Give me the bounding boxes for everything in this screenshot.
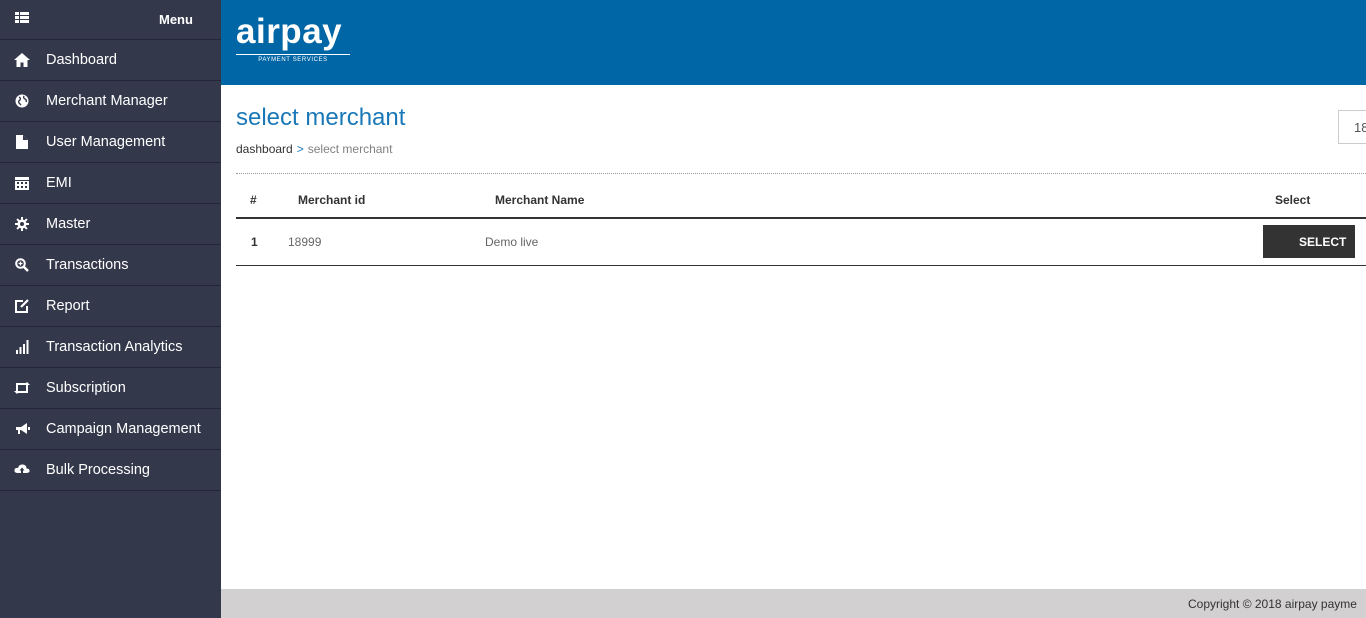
breadcrumb: dashboard > select merchant bbox=[236, 142, 392, 156]
airpay-logo[interactable]: airpay PAYMENT SERVICES bbox=[236, 14, 350, 63]
select-cell: SELECT bbox=[1263, 218, 1366, 266]
signal-icon bbox=[14, 340, 30, 354]
page-title: select merchant bbox=[236, 104, 406, 131]
sidebar: Menu Dashboard Merchant Manager User Man… bbox=[0, 0, 221, 618]
sidebar-item-label: EMI bbox=[46, 175, 72, 191]
sidebar-item-label: Dashboard bbox=[46, 52, 117, 68]
sidebar-item-label: Merchant Manager bbox=[46, 93, 168, 109]
column-header-select: Select bbox=[1275, 183, 1366, 219]
sidebar-item-transaction-analytics[interactable]: Transaction Analytics bbox=[0, 327, 221, 368]
bullhorn-icon bbox=[14, 422, 30, 436]
main-content: airpay PAYMENT SERVICES select merchant … bbox=[221, 0, 1366, 618]
table-header-row: # Merchant id Merchant Name Select bbox=[236, 183, 1366, 219]
sidebar-item-label: Bulk Processing bbox=[46, 462, 150, 478]
sidebar-item-report[interactable]: Report bbox=[0, 286, 221, 327]
menu-grid-icon[interactable] bbox=[15, 12, 29, 25]
breadcrumb-separator: > bbox=[296, 142, 304, 156]
sidebar-item-merchant-manager[interactable]: Merchant Manager bbox=[0, 81, 221, 122]
breadcrumb-home-link[interactable]: dashboard bbox=[236, 142, 293, 156]
section-divider bbox=[236, 173, 1366, 174]
sidebar-item-transactions[interactable]: Transactions bbox=[0, 245, 221, 286]
menu-label: Menu bbox=[159, 12, 193, 27]
sidebar-item-bulk-processing[interactable]: Bulk Processing bbox=[0, 450, 221, 491]
top-header: airpay PAYMENT SERVICES bbox=[221, 0, 1366, 85]
merchant-table: # Merchant id Merchant Name Select 1 189… bbox=[236, 183, 1366, 266]
sidebar-item-label: Master bbox=[46, 216, 91, 232]
select-merchant-button[interactable]: SELECT bbox=[1263, 225, 1355, 259]
retweet-icon bbox=[14, 381, 30, 395]
table-row: 1 18999 Demo live SELECT bbox=[236, 218, 1366, 266]
column-header-index: # bbox=[236, 183, 288, 219]
home-icon bbox=[14, 53, 30, 67]
sidebar-item-emi[interactable]: EMI bbox=[0, 163, 221, 204]
column-header-merchant-name: Merchant Name bbox=[485, 183, 1275, 219]
cloud-upload-icon bbox=[14, 463, 30, 477]
calendar-icon bbox=[14, 176, 30, 190]
sidebar-item-master[interactable]: Master bbox=[0, 204, 221, 245]
copyright-text: Copyright © 2018 airpay payme bbox=[1188, 597, 1357, 611]
sidebar-item-user-management[interactable]: User Management bbox=[0, 122, 221, 163]
globe-icon bbox=[14, 94, 30, 108]
sidebar-item-label: Campaign Management bbox=[46, 421, 201, 437]
sidebar-item-label: User Management bbox=[46, 134, 166, 150]
logo-divider bbox=[236, 54, 350, 55]
sidebar-item-label: Transactions bbox=[46, 257, 129, 273]
zoom-icon bbox=[14, 258, 30, 272]
sidebar-item-campaign-management[interactable]: Campaign Management bbox=[0, 409, 221, 450]
sidebar-item-subscription[interactable]: Subscription bbox=[0, 368, 221, 409]
logo-text: airpay bbox=[236, 12, 343, 51]
footer: Copyright © 2018 airpay payme bbox=[221, 589, 1366, 618]
merchant-search-input[interactable]: 18 bbox=[1338, 110, 1366, 144]
sidebar-item-label: Report bbox=[46, 298, 90, 314]
file-icon bbox=[14, 135, 30, 149]
merchant-name-cell: Demo live bbox=[485, 218, 1275, 266]
gear-icon bbox=[14, 217, 30, 231]
column-header-merchant-id: Merchant id bbox=[288, 183, 485, 219]
logo-subtext: PAYMENT SERVICES bbox=[258, 57, 328, 63]
sidebar-item-label: Subscription bbox=[46, 380, 126, 396]
breadcrumb-current: select merchant bbox=[307, 142, 393, 156]
edit-icon bbox=[14, 299, 30, 313]
menu-header[interactable]: Menu bbox=[0, 0, 221, 40]
merchant-id-cell: 18999 bbox=[288, 218, 485, 266]
sidebar-item-label: Transaction Analytics bbox=[46, 339, 183, 355]
sidebar-item-dashboard[interactable]: Dashboard bbox=[0, 40, 221, 81]
row-index: 1 bbox=[236, 218, 288, 266]
